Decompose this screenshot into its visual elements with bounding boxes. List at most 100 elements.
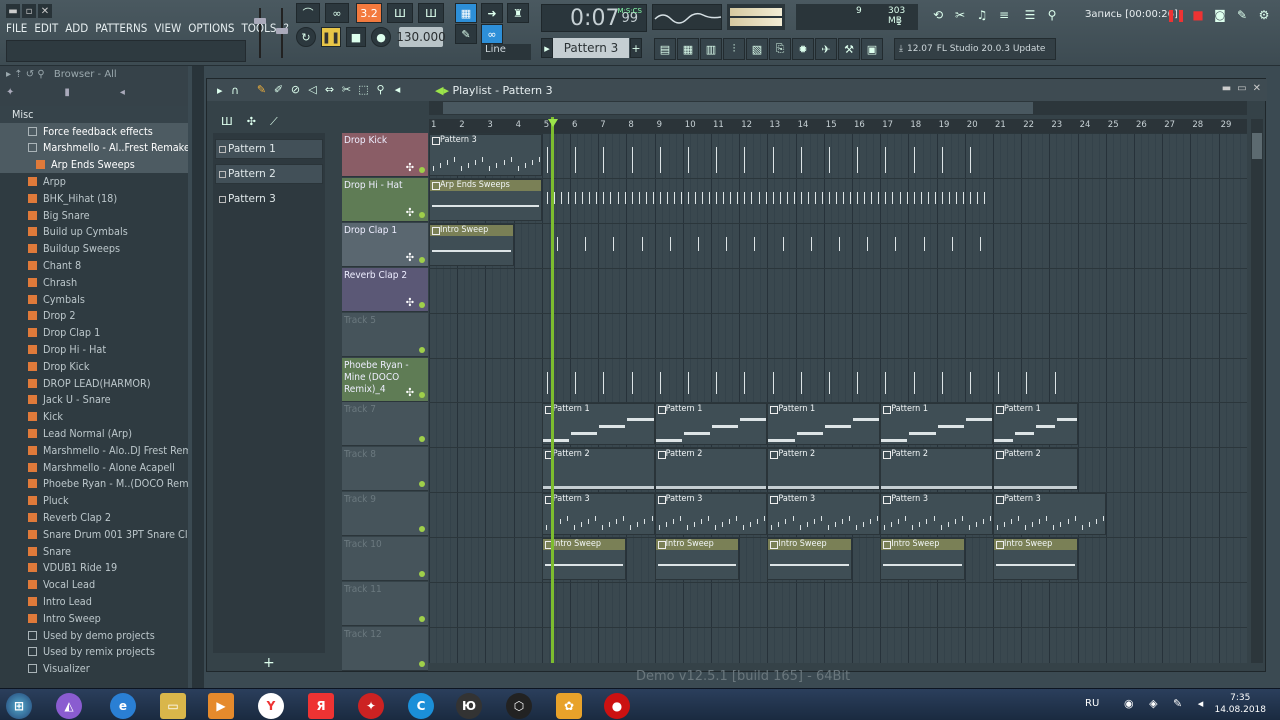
playhead-marker[interactable] [548, 119, 558, 127]
browser-item[interactable]: Snare [0, 543, 188, 560]
maximize-icon[interactable]: ▭ [1237, 83, 1246, 94]
track-active-led[interactable] [419, 211, 425, 218]
menu-item[interactable]: OPTIONS [188, 21, 234, 35]
select-icon[interactable]: ⬚ [357, 83, 370, 96]
track-header[interactable]: Phoebe Ryan - Mine (DOCO Remix)_4 ✣ [342, 357, 428, 402]
add-pattern-button[interactable]: + [263, 655, 275, 671]
track-header[interactable]: Track 11 [342, 582, 428, 626]
browser-item[interactable]: Intro Sweep [0, 610, 188, 627]
browser-item[interactable]: Drop Kick [0, 358, 188, 375]
browser-item[interactable]: Drop Clap 1 [0, 324, 188, 341]
track-active-led[interactable] [419, 481, 425, 488]
pattern-clip[interactable]: Pattern 2 [767, 448, 881, 491]
song-mode-icon[interactable]: ∞ [325, 3, 349, 23]
pattern-clip[interactable]: Pattern 3 [993, 493, 1106, 536]
language-indicator[interactable]: RU [1085, 698, 1099, 709]
window-menu-icon[interactable]: ▬ [6, 4, 20, 18]
browser-item[interactable]: Big Snare [0, 207, 188, 224]
yandex-browser-icon[interactable]: Y [258, 693, 284, 719]
app-icon-3[interactable]: C [408, 693, 434, 719]
browser-item[interactable]: Visualizer [0, 660, 188, 677]
pattern-clip[interactable]: Pattern 2 [993, 448, 1078, 491]
undo-icon[interactable]: ⟲ [928, 5, 948, 25]
browser-scrollbar[interactable] [192, 66, 204, 688]
browser-item[interactable]: Used by demo projects [0, 627, 188, 644]
speaker-icon[interactable]: ◂ [120, 87, 125, 98]
star-icon[interactable]: ✦ [6, 87, 14, 98]
explorer-icon[interactable]: ▭ [160, 693, 186, 719]
menu-item[interactable]: VIEW [154, 21, 181, 35]
track-header[interactable]: Track 12 [342, 626, 428, 671]
pencil-icon[interactable]: ✎ [455, 24, 477, 44]
slip-icon[interactable]: ⇔ [323, 83, 336, 96]
clock[interactable]: 7:35 14.08.2018 [1214, 692, 1266, 716]
pattern-clip[interactable]: Pattern 1 [654, 403, 768, 446]
camera-icon[interactable]: ◙ [1210, 5, 1230, 25]
track-active-led[interactable] [419, 167, 425, 173]
piano-roll-icon[interactable]: ▦ [677, 38, 699, 60]
pat-song-indicator[interactable]: 3.2 [356, 3, 382, 23]
minimize-icon[interactable]: ▫ [22, 4, 36, 18]
browser-item[interactable]: Cymbals [0, 291, 188, 308]
track-active-led[interactable] [419, 660, 425, 667]
track-active-led[interactable] [419, 526, 425, 533]
browser-item[interactable]: Reverb Clap 2 [0, 509, 188, 526]
mute-icon[interactable]: ◁ [306, 83, 319, 96]
pattern-clip[interactable]: Pattern 3 [654, 493, 768, 536]
pattern-picker-item[interactable]: Pattern 1 [215, 139, 323, 159]
master-pitch-slider[interactable] [274, 6, 290, 60]
track-move-icon[interactable]: ✣ [406, 251, 414, 264]
browser-item[interactable]: BHK_Hihat (18) [0, 190, 188, 207]
browser-item[interactable]: Force feedback effects [0, 122, 188, 140]
playlist-icon[interactable]: ▤ [654, 38, 676, 60]
audio-clip[interactable]: Arp Ends Sweeps [429, 178, 542, 221]
browser-item[interactable]: Buildup Sweeps [0, 240, 188, 257]
settings-icon[interactable]: ⚙ [1254, 5, 1274, 25]
track-move-icon[interactable]: ✣ [406, 206, 414, 219]
pattern-clip[interactable]: Pattern 1 [767, 403, 881, 446]
search-icon[interactable]: ⚲ [1042, 5, 1062, 25]
pattern-clip[interactable]: Pattern 3 [880, 493, 993, 536]
track-move-icon[interactable]: ✣ [406, 386, 414, 399]
track-header[interactable]: Track 9 [342, 492, 428, 537]
browser-icon[interactable]: ▧ [746, 38, 768, 60]
pattern-clip[interactable]: Pattern 1 [880, 403, 993, 446]
playhead[interactable] [551, 117, 554, 663]
list-icon[interactable]: ☰ [1020, 5, 1040, 25]
browser-item[interactable]: Pluck [0, 492, 188, 509]
track-header[interactable]: Track 8 [342, 447, 428, 492]
paint-icon[interactable]: ✐ [272, 83, 285, 96]
track-header[interactable]: Track 5 [342, 312, 428, 357]
snap-icon[interactable]: ▦ [455, 3, 477, 23]
cut-icon[interactable]: ✂ [950, 5, 970, 25]
browser-item[interactable]: Marshmello - Alo..DJ Frest Remake) [0, 442, 188, 459]
menu-item[interactable]: PATTERNS [95, 21, 147, 35]
browser-item[interactable]: Chrash [0, 274, 188, 291]
minimize-icon[interactable]: ▬ [1222, 83, 1231, 94]
browser-item[interactable]: Vocal Lead [0, 576, 188, 593]
fl-studio-icon[interactable]: ✿ [556, 693, 582, 719]
track-header[interactable]: Drop Kick ✣ [342, 133, 428, 177]
audio-clip[interactable]: Intro Sweep [429, 223, 514, 266]
browser-item[interactable]: Used by remix projects [0, 644, 188, 661]
menu-item[interactable]: ADD [65, 21, 88, 35]
track-active-led[interactable] [419, 391, 425, 398]
browser-item[interactable]: Arpp [0, 173, 188, 190]
play-tool-icon[interactable]: ◂ [391, 83, 404, 96]
track-active-led[interactable] [419, 346, 425, 353]
pattern-clip[interactable]: Pattern 3 [429, 134, 542, 176]
track-active-led[interactable] [419, 571, 425, 578]
ie-icon[interactable]: e [110, 693, 136, 719]
track-header[interactable]: Drop Clap 1 ✣ [342, 222, 428, 267]
slide-icon[interactable]: ➜ [481, 3, 503, 23]
picker-tool-icons[interactable]: Ш ✣ ⟋ [221, 115, 278, 129]
play-button[interactable]: ❚❚ [321, 27, 341, 47]
browser-item[interactable]: VDUB1 Ride 19 [0, 560, 188, 577]
browser-item[interactable]: Chant 8 [0, 257, 188, 274]
app-icon-2[interactable]: ✦ [358, 693, 384, 719]
pattern-clip[interactable]: Pattern 3 [767, 493, 881, 536]
yandex-icon[interactable]: Я [308, 693, 334, 719]
audio-clip[interactable]: Intro Sweep [993, 538, 1078, 581]
close-icon[interactable]: ✕ [38, 4, 52, 18]
track-header[interactable]: Track 10 [342, 537, 428, 582]
